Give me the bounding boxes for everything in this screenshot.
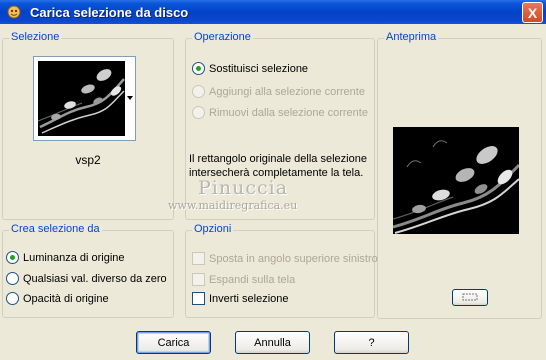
options-group: Opzioni Sposta in angolo superiore sinis… <box>185 223 378 318</box>
radio-replace-selection-label: Sostituisci selezione <box>209 62 309 75</box>
preview-zoom-button[interactable] <box>452 289 488 306</box>
radio-remove-from-selection-button[interactable] <box>192 106 205 119</box>
selection-thumbnail <box>38 61 125 136</box>
checkbox-invert-selection-label: Inverti selezione <box>209 292 289 305</box>
radio-add-to-selection-button[interactable] <box>192 85 205 98</box>
zoom-icon <box>462 292 478 304</box>
load-button-label: Carica <box>157 336 190 349</box>
radio-add-to-selection-label: Aggiungi alla selezione corrente <box>209 85 365 98</box>
radio-source-opacity-label: Opacità di origine <box>23 292 109 305</box>
operation-group-title: Operazione <box>192 31 253 43</box>
cancel-button[interactable]: Annulla <box>235 331 310 354</box>
radio-source-opacity[interactable]: Opacità di origine <box>6 292 109 305</box>
selection-group-title: Selezione <box>9 31 62 43</box>
help-button[interactable]: ? <box>334 331 409 354</box>
app-icon <box>6 4 22 20</box>
radio-source-luminance-label: Luminanza di origine <box>23 251 125 264</box>
radio-any-nonzero[interactable]: Qualsiasi val. diverso da zero <box>6 272 167 285</box>
checkbox-move-top-left[interactable]: Sposta in angolo superiore sinistro <box>192 252 378 265</box>
checkbox-invert-selection-box[interactable] <box>192 292 205 305</box>
checkbox-move-top-left-label: Sposta in angolo superiore sinistro <box>209 252 378 265</box>
load-button[interactable]: Carica <box>136 331 211 354</box>
create-from-group-title: Crea selezione da <box>9 223 102 235</box>
radio-any-nonzero-label: Qualsiasi val. diverso da zero <box>23 272 167 285</box>
selection-group: Selezione vsp2 <box>2 31 174 220</box>
preview-image <box>393 127 519 234</box>
watermark-url: www.maidiregrafica.eu <box>168 199 298 212</box>
selection-file-name: vsp2 <box>75 153 101 167</box>
checkbox-move-top-left-box[interactable] <box>192 252 205 265</box>
radio-remove-from-selection-label: Rimuovi dalla selezione corrente <box>209 106 368 119</box>
radio-replace-selection[interactable]: Sostituisci selezione <box>192 62 308 75</box>
radio-source-luminance-button[interactable] <box>6 251 19 264</box>
title-bar: Carica selezione da disco X <box>0 0 546 24</box>
radio-any-nonzero-button[interactable] <box>6 272 19 285</box>
operation-note-line1: Il rettangolo originale della selezione <box>189 153 367 165</box>
help-button-label: ? <box>368 336 375 349</box>
watermark-name: Pinuccia <box>198 177 289 199</box>
window-title: Carica selezione da disco <box>30 4 189 20</box>
checkbox-expand-canvas-label: Espandi sulla tela <box>209 273 296 286</box>
radio-replace-selection-button[interactable] <box>192 62 205 75</box>
options-group-title: Opzioni <box>192 223 234 235</box>
radio-remove-from-selection[interactable]: Rimuovi dalla selezione corrente <box>192 106 368 119</box>
radio-source-opacity-button[interactable] <box>6 292 19 305</box>
preview-group-title: Anteprima <box>384 31 439 43</box>
radio-source-luminance[interactable]: Luminanza di origine <box>6 251 125 264</box>
checkbox-expand-canvas[interactable]: Espandi sulla tela <box>192 273 295 286</box>
selection-thumbnail-dropdown[interactable] <box>33 56 136 141</box>
radio-add-to-selection[interactable]: Aggiungi alla selezione corrente <box>192 85 365 98</box>
close-icon: X <box>527 4 538 21</box>
checkbox-expand-canvas-box[interactable] <box>192 273 205 286</box>
preview-group: Anteprima <box>377 31 542 319</box>
checkbox-invert-selection[interactable]: Inverti selezione <box>192 292 289 305</box>
close-button[interactable]: X <box>522 2 543 23</box>
cancel-button-label: Annulla <box>254 336 291 349</box>
dropdown-arrow-icon[interactable] <box>126 93 134 101</box>
create-from-group: Crea selezione da Luminanza di origine Q… <box>2 223 174 318</box>
